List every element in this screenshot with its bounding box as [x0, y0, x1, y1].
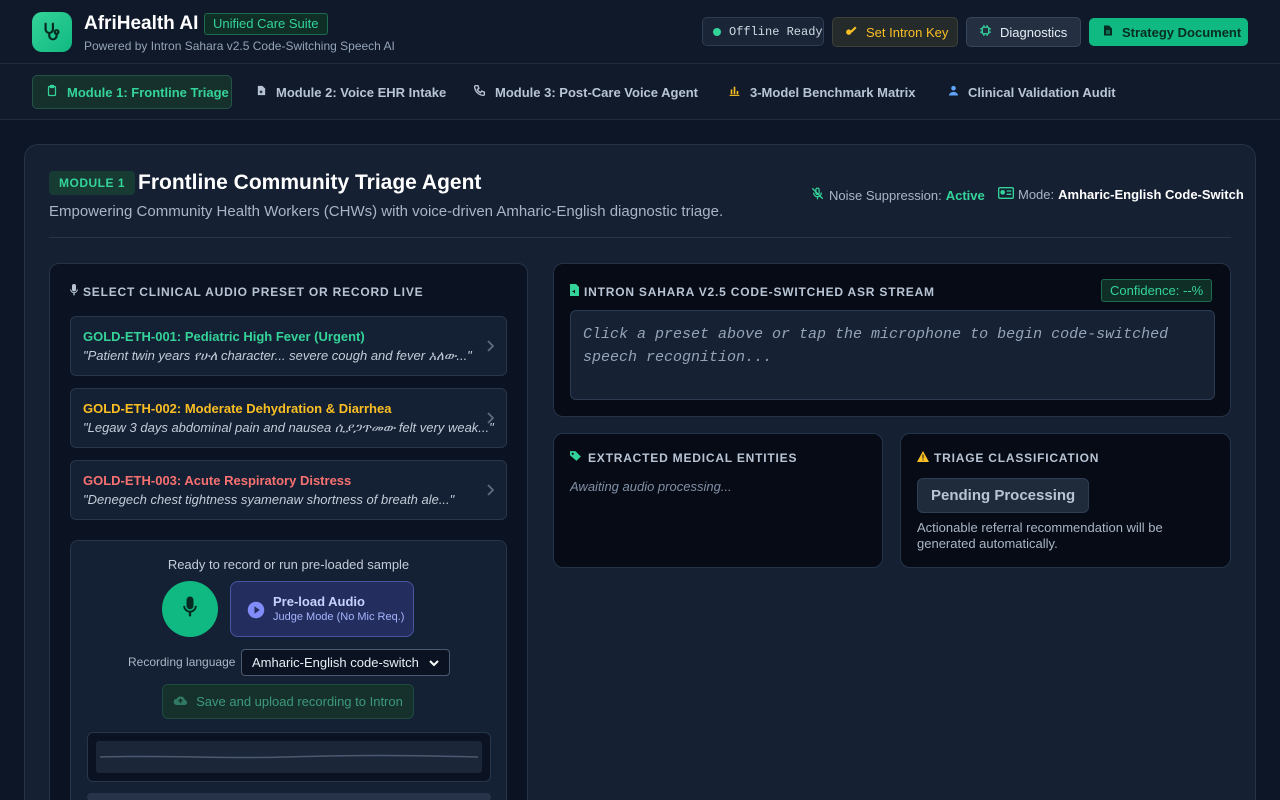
recording-language-select[interactable]: Amharic-English code-switch: [241, 649, 450, 676]
preset-item-gold-eth-002[interactable]: GOLD-ETH-002: Moderate Dehydration & Dia…: [70, 388, 507, 448]
confidence-badge: Confidence: --%: [1101, 279, 1213, 302]
noise-label: Noise Suppression:: [829, 187, 942, 203]
preset-panel-heading: Select Clinical Audio Preset or Record L…: [70, 284, 423, 299]
asr-stream-panel: Intron Sahara v2.5 Code-Switched ASR Str…: [553, 263, 1231, 417]
entities-panel-heading-text: Extracted Medical Entities: [588, 451, 798, 465]
tab-voice-ehr-intake[interactable]: Module 2: Voice EHR Intake: [243, 75, 459, 109]
recording-language-label: Recording language: [128, 655, 236, 669]
chevron-right-icon: [486, 339, 495, 357]
upload-recording-label: Save and upload recording to Intron: [196, 694, 403, 709]
waveform-canvas: [96, 741, 482, 773]
chevron-down-icon: [429, 650, 439, 675]
triage-classification-panel: Triage Classification Pending Processing…: [900, 433, 1231, 568]
app-title: AfriHealth AI: [84, 13, 199, 34]
microphone-icon: [183, 596, 197, 623]
tab-benchmark-matrix[interactable]: 3-Model Benchmark Matrix: [715, 75, 928, 109]
asr-panel-heading: Intron Sahara v2.5 Code-Switched ASR Str…: [570, 284, 935, 299]
set-intron-key-button[interactable]: Set Intron Key: [832, 17, 958, 47]
preload-audio-button[interactable]: Pre-load Audio Judge Mode (No Mic Req.): [230, 581, 414, 637]
powered-by-text: Powered by Intron Sahara v2.5 Code-Switc…: [84, 39, 395, 53]
preload-audio-label: Pre-load Audio: [273, 594, 365, 609]
id-card-icon: [998, 187, 1014, 202]
upload-recording-button[interactable]: Save and upload recording to Intron: [162, 684, 414, 719]
tab-label: Module 2: Voice EHR Intake: [276, 84, 447, 100]
chip-icon: [979, 24, 992, 40]
module-card: MODULE 1 Frontline Community Triage Agen…: [24, 144, 1256, 800]
preset-quote: "Patient twin years የሁለ character... sev…: [83, 348, 472, 363]
page-subtitle: Empowering Community Health Workers (CHW…: [49, 203, 724, 220]
medical-entities-panel: Extracted Medical Entities Awaiting audi…: [553, 433, 883, 568]
preset-title: GOLD-ETH-002: Moderate Dehydration & Dia…: [83, 401, 392, 416]
audio-progress-bar: [87, 793, 491, 800]
asr-transcript-box: Click a preset above or tap the micropho…: [570, 310, 1215, 400]
file-medical-icon: [256, 84, 267, 100]
mode-label: Mode:: [1018, 187, 1055, 202]
triage-panel-heading: Triage Classification: [917, 451, 1099, 465]
preset-panel-heading-text: Select Clinical Audio Preset or Record L…: [83, 284, 424, 299]
page-title: Frontline Community Triage Agent: [138, 171, 482, 194]
status-dot-icon: [713, 27, 721, 36]
set-intron-key-label: Set Intron Key: [866, 24, 949, 40]
key-icon: [845, 24, 858, 40]
stethoscope-logo-icon: [32, 12, 72, 52]
offline-ready-label: Offline Ready: [729, 24, 823, 39]
strategy-document-button[interactable]: Strategy Document: [1089, 18, 1248, 46]
suite-badge: Unified Care Suite: [204, 13, 328, 35]
mic-slash-icon: [810, 187, 825, 203]
module-badge: MODULE 1: [49, 171, 136, 195]
preset-quote: "Denegech chest tightness syamenaw short…: [83, 492, 455, 507]
chevron-right-icon: [486, 411, 495, 429]
tags-icon: [570, 451, 583, 465]
play-circle-icon: [247, 601, 265, 624]
warning-triangle-icon: [917, 451, 929, 465]
bar-chart-icon: [728, 84, 741, 100]
waveform-display: [87, 732, 491, 782]
module-tabs: Module 1: Frontline Triage Module 2: Voi…: [0, 64, 1280, 120]
tab-frontline-triage[interactable]: Module 1: Frontline Triage: [32, 75, 232, 109]
preset-quote: "Legaw 3 days abdominal pain and nausea …: [83, 420, 494, 435]
recorder-status: Ready to record or run pre-loaded sample: [167, 557, 410, 572]
diagnostics-button[interactable]: Diagnostics: [966, 17, 1081, 47]
cloud-upload-icon: [173, 694, 188, 709]
mode-value: Amharic-English Code-Switch: [1058, 187, 1244, 202]
diagnostics-label: Diagnostics: [1000, 24, 1068, 40]
tab-post-care-voice-agent[interactable]: Module 3: Post-Care Voice Agent: [460, 75, 711, 109]
triage-panel-heading-text: Triage Classification: [934, 451, 1100, 465]
microphone-icon: [70, 284, 78, 299]
tab-label: 3-Model Benchmark Matrix: [750, 84, 916, 100]
recording-language-value: Amharic-English code-switch: [252, 655, 419, 670]
recorder-panel: Ready to record or run pre-loaded sample…: [70, 540, 507, 800]
noise-suppression-status: Noise Suppression: Active: [810, 187, 985, 203]
entities-panel-heading: Extracted Medical Entities: [570, 451, 797, 465]
chevron-right-icon: [486, 483, 495, 501]
preset-title: GOLD-ETH-001: Pediatric High Fever (Urge…: [83, 329, 365, 344]
preload-audio-sublabel: Judge Mode (No Mic Req.): [273, 611, 405, 623]
tab-clinical-validation-audit[interactable]: Clinical Validation Audit: [935, 75, 1129, 109]
triage-note: Actionable referral recommendation will …: [917, 520, 1163, 551]
header-divider: [49, 237, 1231, 238]
tab-label: Clinical Validation Audit: [968, 84, 1116, 100]
clipboard-icon: [46, 84, 58, 100]
preset-item-gold-eth-001[interactable]: GOLD-ETH-001: Pediatric High Fever (Urge…: [70, 316, 507, 376]
user-md-icon: [948, 84, 959, 100]
entities-awaiting-text: Awaiting audio processing...: [570, 479, 732, 494]
triage-status-badge: Pending Processing: [917, 478, 1090, 513]
mode-status: Mode: Amharic-English Code-Switch: [998, 187, 1244, 202]
audio-preset-panel: Select Clinical Audio Preset or Record L…: [49, 263, 528, 800]
offline-ready-indicator: Offline Ready: [702, 17, 824, 46]
noise-value: Active: [945, 187, 985, 203]
asr-panel-heading-text: Intron Sahara v2.5 Code-Switched ASR Str…: [584, 284, 935, 299]
preset-item-gold-eth-003[interactable]: GOLD-ETH-003: Acute Respiratory Distress…: [70, 460, 507, 520]
strategy-document-label: Strategy Document: [1122, 24, 1242, 40]
file-audio-icon: [570, 284, 579, 299]
app-header: AfriHealth AI Unified Care Suite Powered…: [0, 0, 1280, 64]
record-button[interactable]: [162, 581, 218, 637]
tab-label: Module 3: Post-Care Voice Agent: [495, 84, 698, 100]
tab-label: Module 1: Frontline Triage: [67, 84, 229, 100]
preset-title: GOLD-ETH-003: Acute Respiratory Distress: [83, 473, 352, 488]
phone-icon: [473, 84, 486, 100]
file-icon: [1102, 24, 1114, 40]
